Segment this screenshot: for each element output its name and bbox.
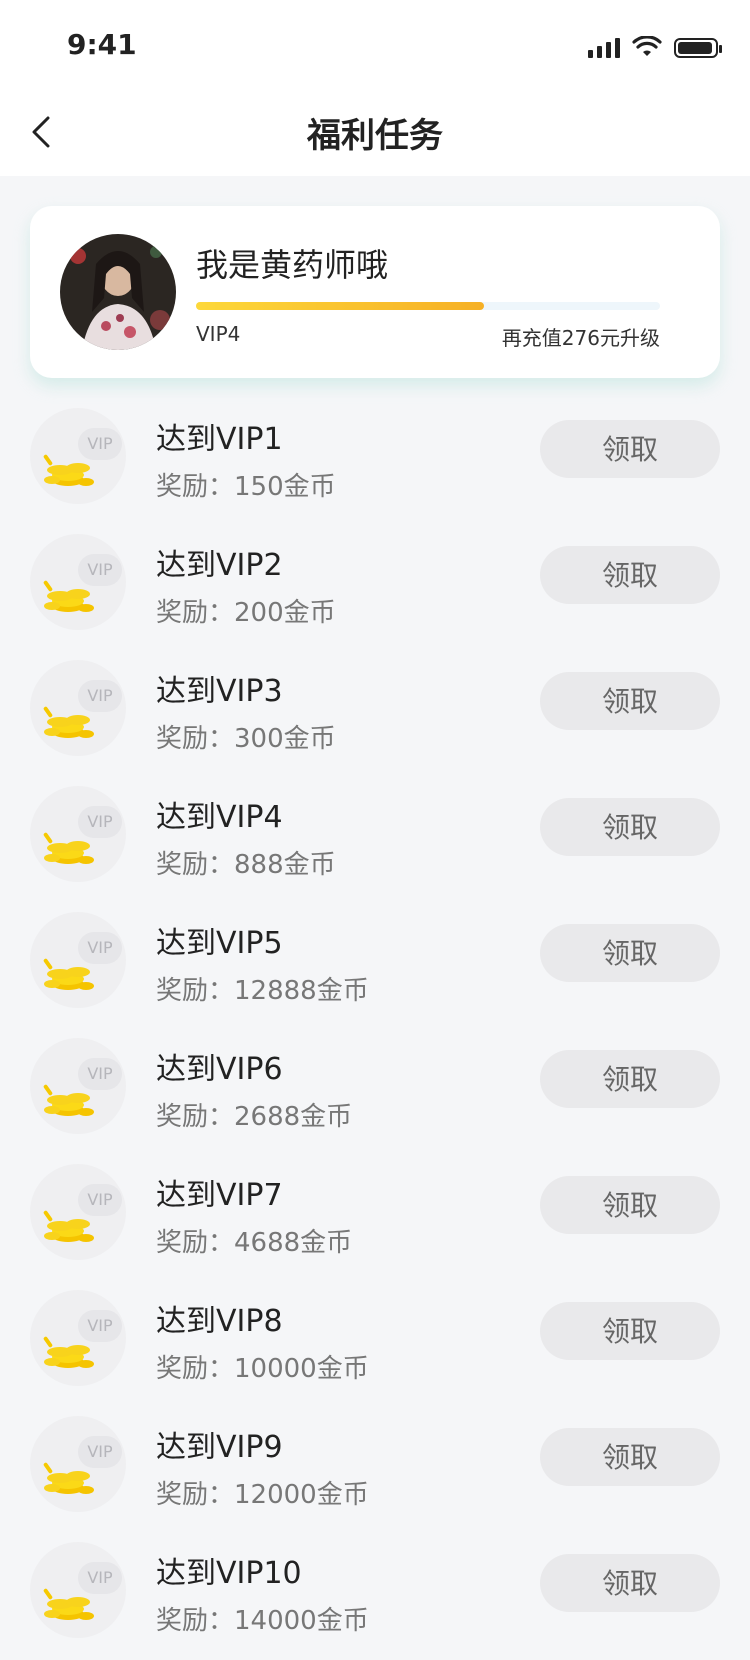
- task-row: VIP 达到VIP8 奖励：10000金币 领取: [0, 1282, 750, 1408]
- claim-button[interactable]: 领取: [540, 1176, 720, 1234]
- claim-button[interactable]: 领取: [540, 546, 720, 604]
- task-title: 达到VIP7: [156, 1178, 283, 1213]
- avatar[interactable]: [60, 234, 176, 350]
- vip-progress-fill: [196, 302, 484, 310]
- task-icon: VIP: [30, 786, 126, 882]
- task-reward: 奖励：14000金币: [156, 1606, 369, 1636]
- status-icons: [588, 34, 722, 58]
- task-row: VIP 达到VIP4 奖励：888金币 领取: [0, 778, 750, 904]
- task-row: VIP 达到VIP10 奖励：14000金币 领取: [0, 1534, 750, 1660]
- task-icon: VIP: [30, 408, 126, 504]
- claim-button[interactable]: 领取: [540, 672, 720, 730]
- task-reward: 奖励：200金币: [156, 598, 336, 628]
- wifi-icon: [632, 36, 662, 56]
- task-reward: 奖励：888金币: [156, 850, 336, 880]
- task-icon: VIP: [30, 534, 126, 630]
- claim-button[interactable]: 领取: [540, 1302, 720, 1360]
- task-title: 达到VIP5: [156, 926, 283, 961]
- username: 我是黄药师哦: [196, 246, 389, 284]
- status-time: 9:41: [67, 28, 137, 61]
- profile-card: 我是黄药师哦 VIP4 再充值276元升级: [30, 206, 720, 378]
- task-reward: 奖励：300金币: [156, 724, 336, 754]
- task-row: VIP 达到VIP7 奖励：4688金币 领取: [0, 1156, 750, 1282]
- task-row: VIP 达到VIP3 奖励：300金币 领取: [0, 652, 750, 778]
- task-title: 达到VIP10: [156, 1556, 302, 1591]
- task-row: VIP 达到VIP9 奖励：12000金币 领取: [0, 1408, 750, 1534]
- task-list: VIP 达到VIP1 奖励：150金币 领取 VIP 达到VIP2 奖励：200…: [0, 400, 750, 1660]
- task-row: VIP 达到VIP6 奖励：2688金币 领取: [0, 1030, 750, 1156]
- task-icon: VIP: [30, 660, 126, 756]
- task-title: 达到VIP8: [156, 1304, 283, 1339]
- task-title: 达到VIP6: [156, 1052, 283, 1087]
- claim-button[interactable]: 领取: [540, 798, 720, 856]
- task-row: VIP 达到VIP1 奖励：150金币 领取: [0, 400, 750, 526]
- claim-button[interactable]: 领取: [540, 1428, 720, 1486]
- vip-level-label: VIP4: [196, 322, 241, 346]
- page-title: 福利任务: [307, 116, 443, 156]
- task-title: 达到VIP1: [156, 422, 283, 457]
- claim-button[interactable]: 领取: [540, 924, 720, 982]
- top-bar: 9:41 福利任务: [0, 0, 750, 176]
- task-reward: 奖励：4688金币: [156, 1228, 353, 1258]
- task-reward: 奖励：10000金币: [156, 1354, 369, 1384]
- claim-button[interactable]: 领取: [540, 420, 720, 478]
- coins-icon: [43, 1336, 94, 1368]
- coins-icon: [43, 1462, 94, 1494]
- task-reward: 奖励：2688金币: [156, 1102, 353, 1132]
- avatar-image: [60, 234, 176, 350]
- upgrade-hint: 再充值276元升级: [501, 326, 660, 350]
- task-icon: VIP: [30, 1038, 126, 1134]
- coins-icon: [43, 1084, 94, 1116]
- task-reward: 奖励：12000金币: [156, 1480, 369, 1510]
- claim-button[interactable]: 领取: [540, 1554, 720, 1612]
- task-row: VIP 达到VIP5 奖励：12888金币 领取: [0, 904, 750, 1030]
- vip-progress-bar: [196, 302, 660, 310]
- task-reward: 奖励：12888金币: [156, 976, 369, 1006]
- signal-icon: [588, 36, 620, 58]
- coins-icon: [43, 1588, 94, 1620]
- task-icon: VIP: [30, 1416, 126, 1512]
- coins-icon: [43, 706, 94, 738]
- task-reward: 奖励：150金币: [156, 472, 336, 502]
- task-icon: VIP: [30, 1164, 126, 1260]
- task-icon: VIP: [30, 1290, 126, 1386]
- task-title: 达到VIP2: [156, 548, 283, 583]
- task-title: 达到VIP4: [156, 800, 283, 835]
- claim-button[interactable]: 领取: [540, 1050, 720, 1108]
- battery-icon: [674, 38, 722, 58]
- task-row: VIP 达到VIP2 奖励：200金币 领取: [0, 526, 750, 652]
- coins-icon: [43, 580, 94, 612]
- coins-icon: [43, 1210, 94, 1242]
- task-icon: VIP: [30, 912, 126, 1008]
- coins-icon: [43, 958, 94, 990]
- task-title: 达到VIP3: [156, 674, 283, 709]
- task-title: 达到VIP9: [156, 1430, 283, 1465]
- coins-icon: [43, 832, 94, 864]
- coins-icon: [43, 454, 94, 486]
